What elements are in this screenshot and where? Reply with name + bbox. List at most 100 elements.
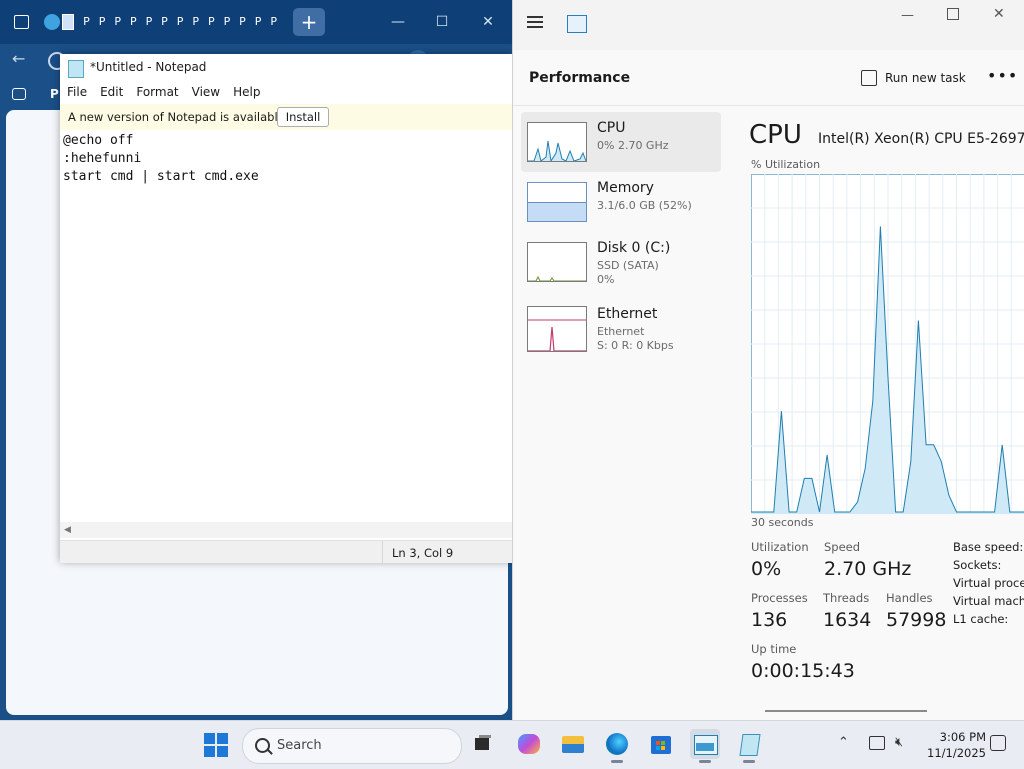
- workspaces-icon[interactable]: [12, 88, 26, 100]
- update-banner-text: A new version of Notepad is available.: [68, 110, 288, 124]
- notepad-text-area[interactable]: @echo off :hehefunni start cmd | start c…: [63, 132, 512, 522]
- notepad-taskbar-icon[interactable]: [734, 729, 764, 759]
- scroll-left-icon[interactable]: ◀: [64, 525, 71, 535]
- l1-cache-label: L1 cache:: [953, 612, 1008, 626]
- task-manager-icon: [567, 15, 587, 33]
- page-icon[interactable]: [62, 14, 74, 30]
- browser-tab[interactable]: P: [127, 12, 140, 32]
- more-options-icon[interactable]: •••: [987, 66, 1018, 85]
- notification-icon[interactable]: [990, 735, 1006, 751]
- browser-tab[interactable]: P: [205, 12, 218, 32]
- text-line: :hehefunni: [63, 150, 512, 168]
- browser-tab[interactable]: P: [158, 12, 171, 32]
- start-button[interactable]: [204, 733, 228, 757]
- notepad-title: *Untitled - Notepad: [90, 60, 206, 74]
- cpu-utilization-graph: [751, 174, 1024, 514]
- browser-tab[interactable]: P: [142, 12, 155, 32]
- horizontal-scrollbar[interactable]: [765, 710, 927, 712]
- maximize-icon[interactable]: [947, 8, 959, 20]
- clock-time[interactable]: 3:06 PM: [926, 730, 986, 744]
- horizontal-scrollbar[interactable]: ◀: [60, 522, 512, 538]
- speed-label: Speed: [824, 540, 860, 554]
- browser-tab[interactable]: P: [220, 12, 233, 32]
- favorites-item[interactable]: P: [50, 87, 59, 101]
- utilization-value: 0%: [751, 558, 781, 580]
- copilot-icon[interactable]: [514, 729, 544, 759]
- threads-value: 1634: [823, 609, 871, 631]
- virtual-machine-label: Virtual machi: [953, 594, 1024, 608]
- run-task-icon[interactable]: [861, 70, 877, 86]
- task-manager-taskbar-icon[interactable]: [690, 729, 720, 759]
- sidebar-item-cpu[interactable]: CPU 0% 2.70 GHz: [521, 112, 721, 172]
- text-line: start cmd | start cmd.exe: [63, 168, 512, 186]
- edge-logo-icon[interactable]: [44, 14, 60, 30]
- processes-value: 136: [751, 609, 787, 631]
- notepad-title-bar[interactable]: *Untitled - Notepad: [60, 54, 512, 82]
- hamburger-menu-icon[interactable]: [527, 14, 545, 30]
- new-tab-button[interactable]: +: [293, 8, 325, 36]
- menu-format[interactable]: Format: [129, 82, 184, 104]
- network-icon[interactable]: [869, 736, 885, 750]
- performance-header: Performance Run new task •••: [513, 50, 1024, 106]
- sidebar-item-ethernet[interactable]: Ethernet Ethernet S: 0 R: 0 Kbps: [521, 298, 721, 358]
- volume-muted-icon[interactable]: 🔇︎: [895, 735, 903, 750]
- run-new-task-button[interactable]: Run new task: [885, 71, 966, 85]
- disk-thumbnail-graph: [527, 242, 587, 282]
- sidebar-ethernet-throughput: S: 0 R: 0 Kbps: [597, 339, 674, 352]
- processes-label: Processes: [751, 591, 808, 605]
- browser-tab[interactable]: P: [111, 12, 124, 32]
- tab-actions-icon[interactable]: [14, 15, 29, 29]
- sidebar-item-disk[interactable]: Disk 0 (C:) SSD (SATA) 0%: [521, 232, 721, 292]
- notepad-icon: [68, 60, 84, 78]
- browser-tab[interactable]: P: [174, 12, 187, 32]
- sidebar-cpu-usage: 0% 2.70 GHz: [597, 139, 669, 152]
- base-speed-label: Base speed:: [953, 540, 1023, 554]
- sockets-label: Sockets:: [953, 558, 1001, 572]
- close-icon[interactable]: ✕: [476, 10, 500, 34]
- file-explorer-icon[interactable]: [558, 729, 588, 759]
- install-button[interactable]: Install: [277, 107, 329, 127]
- browser-tab[interactable]: P: [267, 12, 280, 32]
- search-icon: [255, 738, 270, 753]
- uptime-value: 0:00:15:43: [751, 660, 855, 682]
- cpu-heading: CPU: [749, 120, 802, 150]
- browser-tab[interactable]: P: [189, 12, 202, 32]
- maximize-icon[interactable]: ☐: [430, 10, 454, 34]
- status-divider: [382, 541, 383, 563]
- speed-value: 2.70 GHz: [824, 558, 911, 580]
- store-icon[interactable]: [646, 729, 676, 759]
- sidebar-ethernet-adapter: Ethernet: [597, 325, 644, 338]
- browser-tab[interactable]: P: [236, 12, 249, 32]
- minimize-icon[interactable]: —: [901, 8, 914, 23]
- edge-tab-bar: PPPPPPPPPPPPP + — ☐ ✕: [0, 0, 512, 44]
- sidebar-disk-usage: 0%: [597, 273, 614, 286]
- sidebar-item-memory[interactable]: Memory 3.1/6.0 GB (52%): [521, 172, 721, 232]
- menu-view[interactable]: View: [185, 82, 226, 104]
- task-view-icon[interactable]: [468, 729, 498, 759]
- browser-tab[interactable]: P: [96, 12, 109, 32]
- chevron-up-icon[interactable]: ⌃: [838, 735, 849, 750]
- sidebar-disk-type: SSD (SATA): [597, 259, 659, 272]
- memory-thumbnail-graph: [527, 182, 587, 222]
- sidebar-disk-label: Disk 0 (C:): [597, 240, 670, 256]
- task-manager-window: — ✕ Performance Run new task ••• CPU 0% …: [512, 0, 1024, 720]
- search-label: Search: [277, 738, 322, 753]
- menu-help[interactable]: Help: [226, 82, 266, 104]
- back-icon[interactable]: ←: [12, 49, 25, 68]
- taskbar-search[interactable]: Search: [242, 728, 462, 764]
- browser-tab[interactable]: P: [80, 12, 93, 32]
- handles-value: 57998: [886, 609, 946, 631]
- clock-date[interactable]: 11/1/2025: [920, 746, 986, 760]
- sidebar-memory-label: Memory: [597, 180, 654, 196]
- minimize-icon[interactable]: —: [386, 10, 410, 34]
- graph-time-span: 30 seconds: [751, 516, 813, 529]
- edge-taskbar-icon[interactable]: [602, 729, 632, 759]
- menu-file[interactable]: File: [60, 82, 93, 104]
- utilization-label: Utilization: [751, 540, 809, 554]
- browser-tab[interactable]: P: [252, 12, 265, 32]
- sidebar-ethernet-label: Ethernet: [597, 306, 657, 322]
- menu-edit[interactable]: Edit: [93, 82, 129, 104]
- task-manager-title-bar[interactable]: — ✕: [513, 0, 1024, 50]
- close-icon[interactable]: ✕: [993, 6, 1005, 22]
- cpu-thumbnail-graph: [527, 122, 587, 162]
